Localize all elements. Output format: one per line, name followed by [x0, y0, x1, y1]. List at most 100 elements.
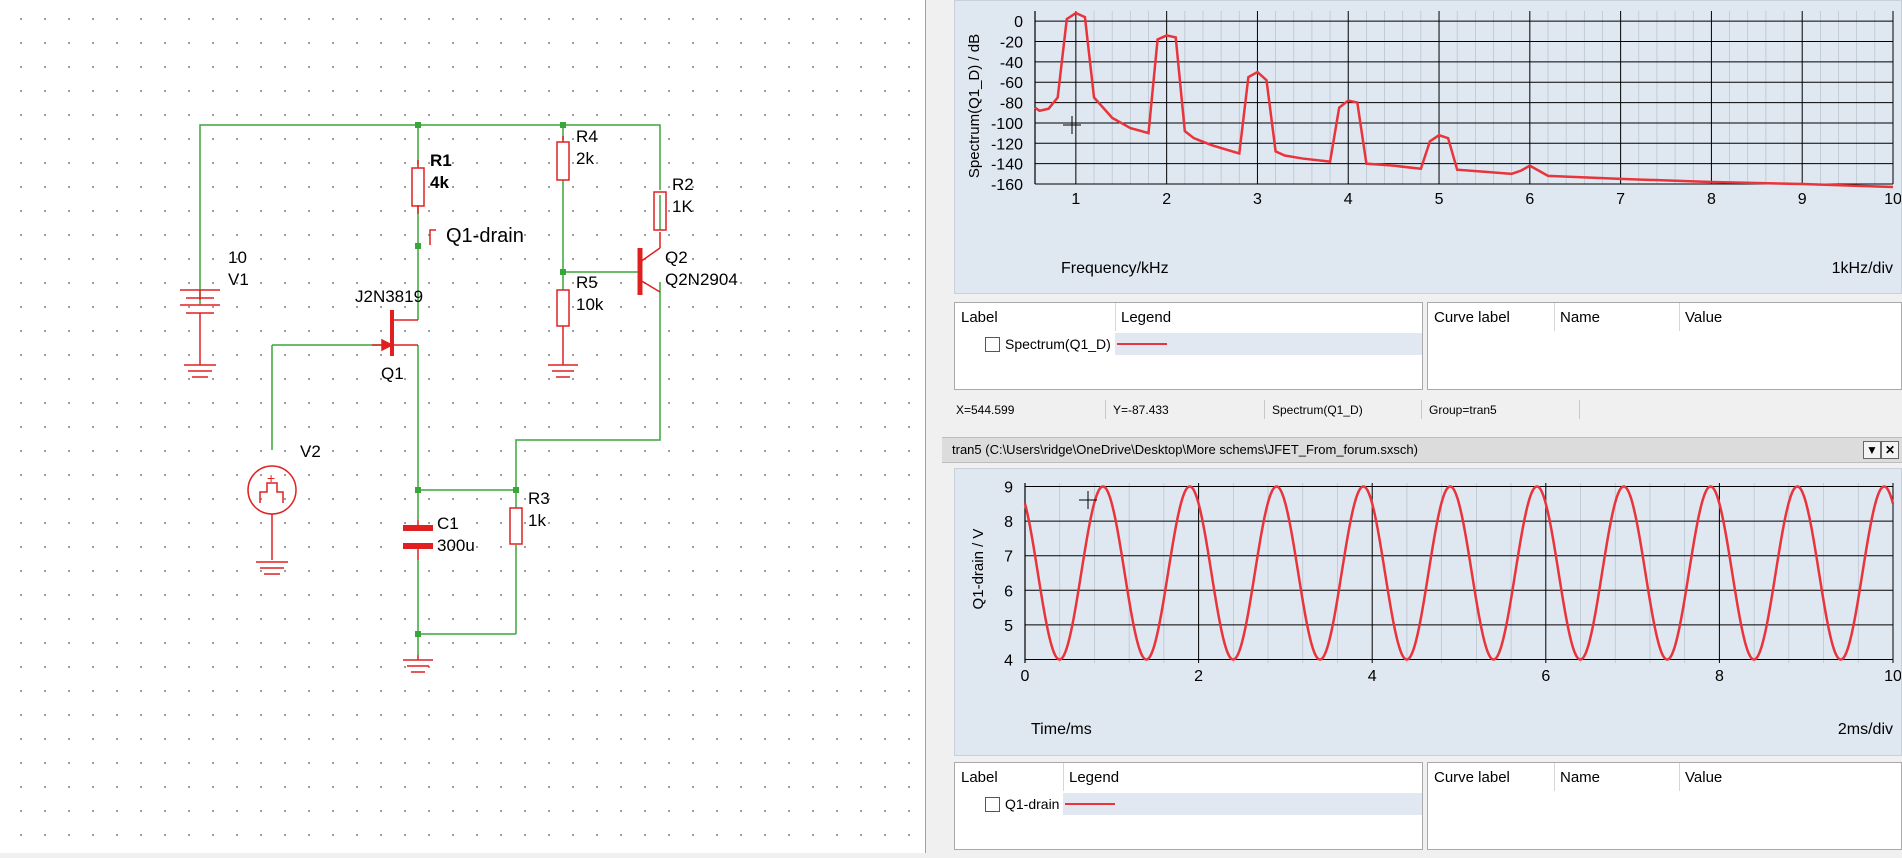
legend-checkbox[interactable]: [985, 337, 1000, 352]
r1-body: [411, 167, 425, 207]
tran-xdiv: 2ms/div: [1838, 721, 1893, 738]
y-tick-label: 8: [1004, 514, 1013, 531]
x-tick-label: 10: [1884, 191, 1901, 208]
x-tick-label: 6: [1525, 191, 1534, 208]
probe-label: Q1-drain: [446, 225, 524, 247]
spectrum-xdiv: 1kHz/div: [1832, 260, 1893, 277]
c1-name: C1: [437, 514, 459, 533]
tran-xlabel: Time/ms: [1031, 721, 1092, 738]
x-tick-label: 2: [1194, 668, 1203, 685]
tran-plot-area[interactable]: 9 8 7 6 5 4 0 2 4 6 8 10 Q1-drain / V Time/ms 2ms/d…: [954, 468, 1902, 756]
junctions: [415, 122, 566, 637]
q2-model: Q2N2904: [665, 270, 738, 289]
x-tick-label: 2: [1162, 191, 1171, 208]
legend-line-icon: [1117, 343, 1167, 345]
x-tick-label: 8: [1707, 191, 1716, 208]
legend-line-icon: [1065, 803, 1115, 805]
status-y: Y=-87.433: [1113, 403, 1169, 417]
q1-name: Q1: [381, 364, 404, 383]
close-icon[interactable]: ✕: [1881, 441, 1899, 459]
y-tick-label: -80: [1000, 96, 1023, 113]
tran-curve-panel[interactable]: Curve label Name Value: [1427, 762, 1902, 850]
components: +: [180, 136, 667, 673]
legend-row[interactable]: Q1-drain: [955, 793, 1422, 815]
x-tick-label: 7: [1616, 191, 1625, 208]
v2-name: V2: [300, 442, 321, 461]
q1-model: J2N3819: [355, 287, 423, 306]
y-tick-label: -40: [1000, 55, 1023, 72]
x-tick-label: 4: [1368, 668, 1377, 685]
y-tick-label: -140: [991, 157, 1023, 174]
cursor-cross-icon: [1063, 116, 1081, 134]
r3-value: 1k: [528, 511, 546, 530]
curve-col-name: Name: [1560, 769, 1601, 786]
r5-body: [556, 289, 570, 327]
legend-row[interactable]: Spectrum(Q1_D): [955, 333, 1422, 355]
x-tick-label: 10: [1884, 668, 1901, 685]
c1-value: 300u: [437, 536, 475, 555]
tran-legend-panel[interactable]: Label Legend Q1-drain: [954, 762, 1423, 850]
y-tick-label: -60: [1000, 75, 1023, 92]
x-tick-label: 4: [1344, 191, 1353, 208]
r5-value: 10k: [576, 295, 604, 314]
legend-row-label: Q1-drain: [1005, 796, 1060, 812]
tran-window-title: tran5 (C:\Users\ridge\OneDrive\Desktop\M…: [952, 442, 1418, 457]
v1-name: V1: [228, 270, 249, 289]
x-tick-label: 0: [1021, 668, 1030, 685]
x-tick-label: 1: [1071, 191, 1080, 208]
tran-curve: [1023, 485, 1895, 661]
y-tick-label: -120: [991, 136, 1023, 153]
v1-value: 10: [228, 248, 247, 267]
tran-chart[interactable]: 9876540 2 4 6 8 10 Q1-drain / V Time/ms 2ms/d…: [955, 469, 1902, 755]
legend-col-label: Label: [961, 309, 998, 326]
spectrum-xlabel: Frequency/kHz: [1061, 260, 1169, 277]
spectrum-legend-panel[interactable]: Label Legend Spectrum(Q1_D): [954, 302, 1423, 390]
tran-window-titlebar[interactable]: tran5 (C:\Users\ridge\OneDrive\Desktop\M…: [942, 437, 1902, 463]
q2-name: Q2: [665, 248, 688, 267]
curve-col-curve-label: Curve label: [1434, 769, 1510, 786]
spectrum-curve-panel[interactable]: Curve label Name Value: [1427, 302, 1902, 390]
r5-name: R5: [576, 273, 598, 292]
r1-value: 4k: [430, 173, 449, 192]
spectrum-chart[interactable]: 0 -20 -40 -60 -80 -100 -120 -140 -160 1 2 3 4 5 6 7 8 9 10…: [955, 1, 1902, 293]
x-tick-label: 6: [1541, 668, 1550, 685]
wire-bottom: [417, 560, 516, 635]
legend-row-label: Spectrum(Q1_D): [1005, 336, 1111, 352]
legend-checkbox[interactable]: [985, 797, 1000, 812]
probe-marker: [429, 229, 436, 245]
wires: [199, 124, 661, 655]
x-tick-label: 5: [1435, 191, 1444, 208]
legend-col-legend: Legend: [1121, 309, 1172, 326]
curve-col-value: Value: [1685, 309, 1723, 326]
r2-value: 1K: [672, 197, 693, 216]
y-tick-label: -20: [1000, 35, 1023, 52]
y-tick-label: 5: [1004, 618, 1013, 635]
y-tick-label: 9: [1004, 479, 1013, 496]
y-tick-label: -160: [991, 177, 1023, 194]
status-bar: X=544.599 Y=-87.433 Spectrum(Q1_D) Group…: [942, 397, 1902, 423]
r1-name: R1: [430, 151, 452, 170]
y-tick-label: 7: [1004, 549, 1013, 566]
spectrum-curve: [1034, 11, 1894, 189]
r2-name: R2: [672, 175, 694, 194]
x-tick-label: 9: [1798, 191, 1807, 208]
r4-name: R4: [576, 127, 598, 146]
status-curve: Spectrum(Q1_D): [1272, 403, 1363, 417]
spectrum-ylabel: Spectrum(Q1_D) / dB: [966, 34, 983, 178]
graph-pane: 0 -20 -40 -60 -80 -100 -120 -140 -160 1 2 3 4 5 6 7 8 9 10…: [942, 0, 1902, 853]
status-x: X=544.599: [956, 403, 1015, 417]
y-tick-label: 4: [1004, 653, 1013, 670]
dropdown-icon[interactable]: ▼: [1863, 441, 1881, 459]
r4-value: 2k: [576, 149, 594, 168]
schematic-drawing[interactable]: + R1 4k R4 2k R2 1K R5 10k R3 1k C1 300u…: [0, 0, 925, 853]
y-tick-label: 0: [1014, 14, 1023, 31]
schematic-canvas[interactable]: + R1 4k R4 2k R2 1K R5 10k R3 1k C1 300u…: [0, 0, 925, 853]
spectrum-plot-area[interactable]: 0 -20 -40 -60 -80 -100 -120 -140 -160 1 2 3 4 5 6 7 8 9 10…: [954, 0, 1902, 294]
curve-col-value: Value: [1685, 769, 1723, 786]
splitter[interactable]: [925, 0, 942, 853]
legend-col-label: Label: [961, 769, 998, 786]
curve-col-name: Name: [1560, 309, 1601, 326]
tran-ylabel: Q1-drain / V: [970, 529, 987, 610]
legend-col-legend: Legend: [1069, 769, 1120, 786]
r3-name: R3: [528, 489, 550, 508]
